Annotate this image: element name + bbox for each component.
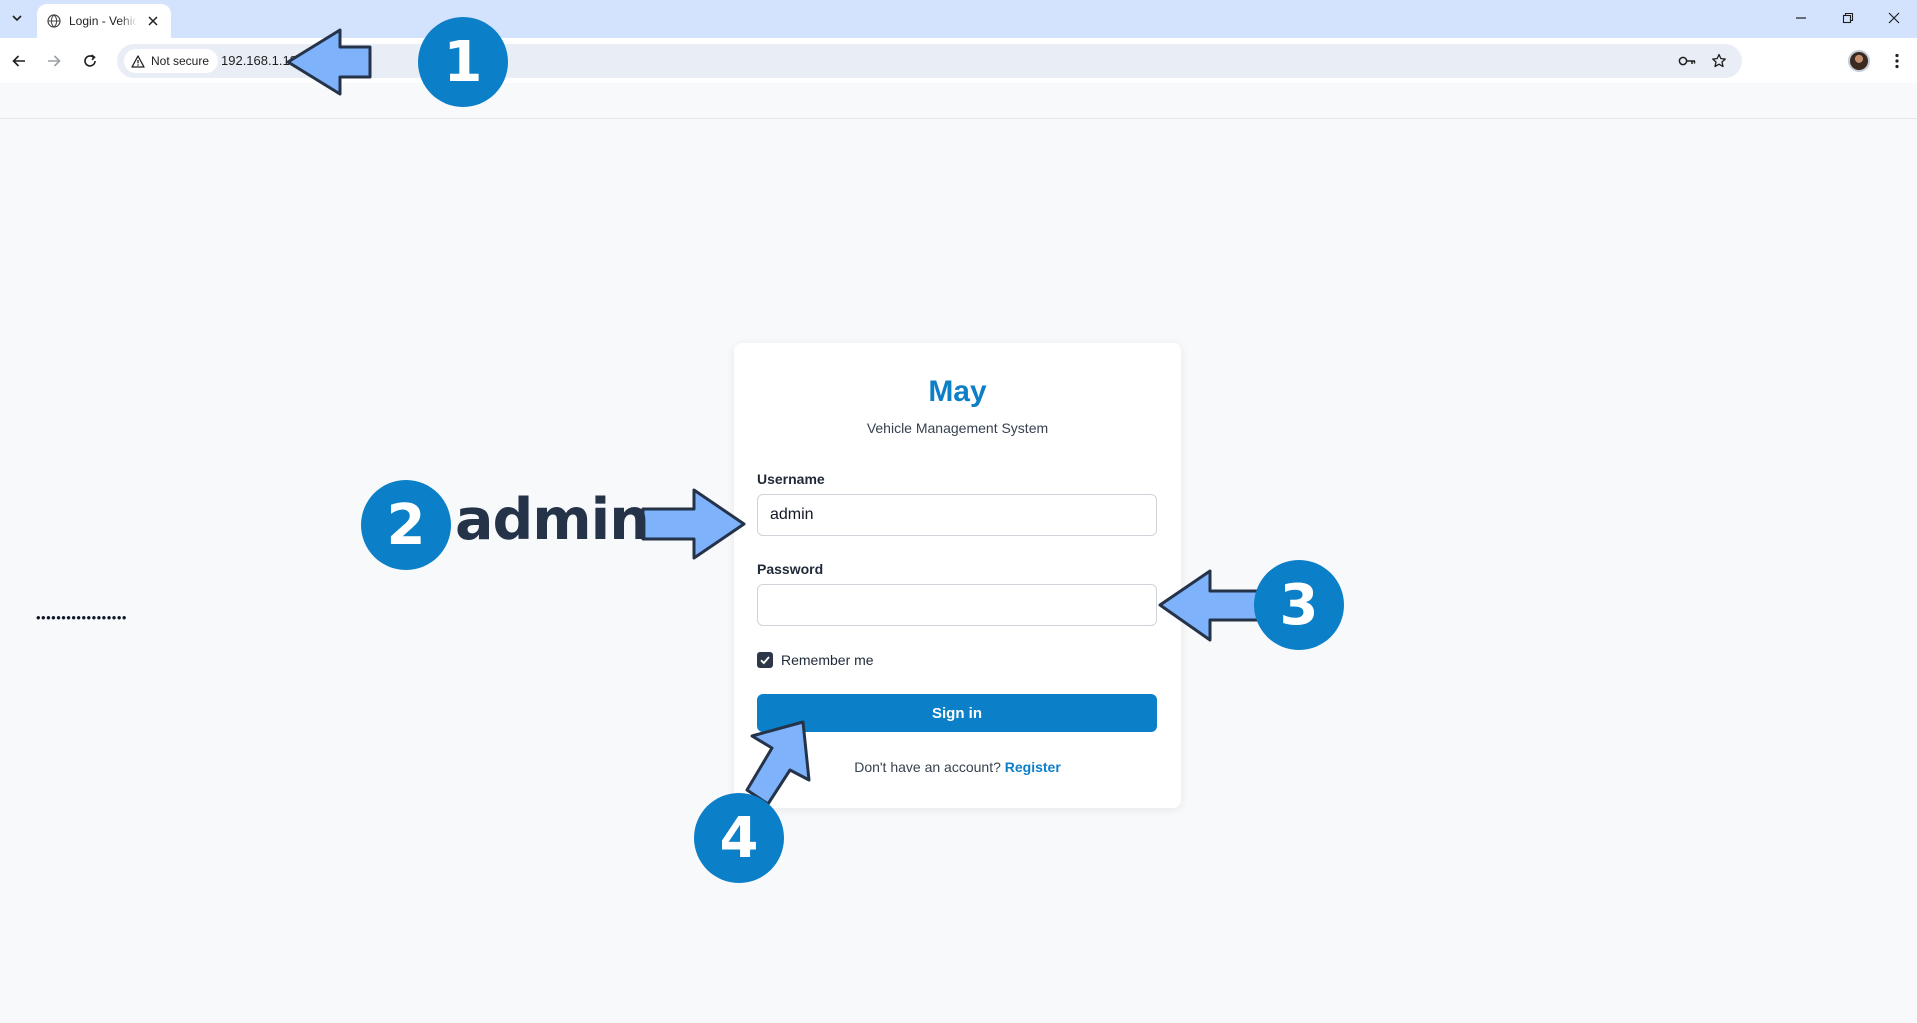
admin-callout: admin xyxy=(455,487,650,553)
remember-me-label: Remember me xyxy=(781,652,874,668)
browser-tab-strip: Login - Vehicle Management System xyxy=(0,0,1917,38)
forward-button[interactable] xyxy=(42,49,66,73)
minimize-icon xyxy=(1796,17,1806,19)
url-host: 192.168.1.18 xyxy=(221,53,297,68)
tab-close-button[interactable] xyxy=(145,13,161,29)
register-prompt-text: Don't have an account? xyxy=(854,759,1001,775)
arrow-right-icon xyxy=(48,55,61,67)
star-icon xyxy=(1712,53,1726,68)
checkmark-icon xyxy=(760,656,770,665)
profile-avatar[interactable] xyxy=(1848,50,1870,72)
url-port: :5050 xyxy=(296,53,330,68)
browser-toolbar: Not secure 192.168.1.18:5050 xyxy=(0,38,1917,83)
password-key-button[interactable] xyxy=(1677,51,1697,71)
step-badge-4: 4 xyxy=(694,793,784,883)
username-label: Username xyxy=(757,471,825,487)
url-text: 192.168.1.18:5050 xyxy=(221,53,329,68)
bookmark-button[interactable] xyxy=(1709,51,1729,71)
page-top-border xyxy=(0,118,1917,119)
close-icon xyxy=(1888,12,1900,24)
reload-button[interactable] xyxy=(78,49,102,73)
username-input[interactable] xyxy=(757,494,1157,536)
arrow-left-icon xyxy=(12,55,25,67)
app-title: May xyxy=(928,375,987,408)
security-chip-label: Not secure xyxy=(151,54,210,68)
step-badge-1: 1 xyxy=(418,17,508,107)
window-close-button[interactable] xyxy=(1876,6,1912,30)
key-icon xyxy=(1678,56,1696,66)
chevron-down-icon xyxy=(12,15,22,22)
remember-me-checkbox[interactable] xyxy=(757,652,773,668)
more-vertical-icon xyxy=(1895,53,1899,69)
sign-in-button[interactable]: Sign in xyxy=(757,694,1157,732)
restore-icon xyxy=(1842,12,1854,24)
password-masked-value: •••••••••••••••••• xyxy=(36,610,127,625)
restore-button[interactable] xyxy=(1830,6,1866,30)
security-chip[interactable]: Not secure xyxy=(124,49,219,73)
arrow-2-body xyxy=(641,488,746,560)
password-input[interactable] xyxy=(757,584,1157,626)
step-badge-2: 2 xyxy=(361,480,451,570)
warning-icon xyxy=(131,54,145,68)
password-label: Password xyxy=(757,561,824,577)
app-subtitle: Vehicle Management System xyxy=(866,420,1049,436)
browser-tab[interactable]: Login - Vehicle Management System xyxy=(37,4,171,38)
tab-title: Login - Vehicle Management System xyxy=(69,14,137,28)
reload-icon xyxy=(84,54,96,67)
browser-menu-button[interactable] xyxy=(1886,49,1908,73)
close-icon xyxy=(148,16,158,26)
tab-search-button[interactable] xyxy=(6,7,28,29)
remember-me-row[interactable]: Remember me xyxy=(757,652,874,668)
register-prompt: Don't have an account? Register xyxy=(734,759,1181,775)
globe-icon xyxy=(47,14,61,28)
step-badge-3: 3 xyxy=(1254,560,1344,650)
minimize-button[interactable] xyxy=(1783,6,1819,30)
login-card: May Vehicle Management System Username P… xyxy=(734,343,1181,808)
register-link[interactable]: Register xyxy=(1005,759,1061,775)
address-bar[interactable]: Not secure 192.168.1.18:5050 xyxy=(117,44,1742,78)
back-button[interactable] xyxy=(7,49,31,73)
